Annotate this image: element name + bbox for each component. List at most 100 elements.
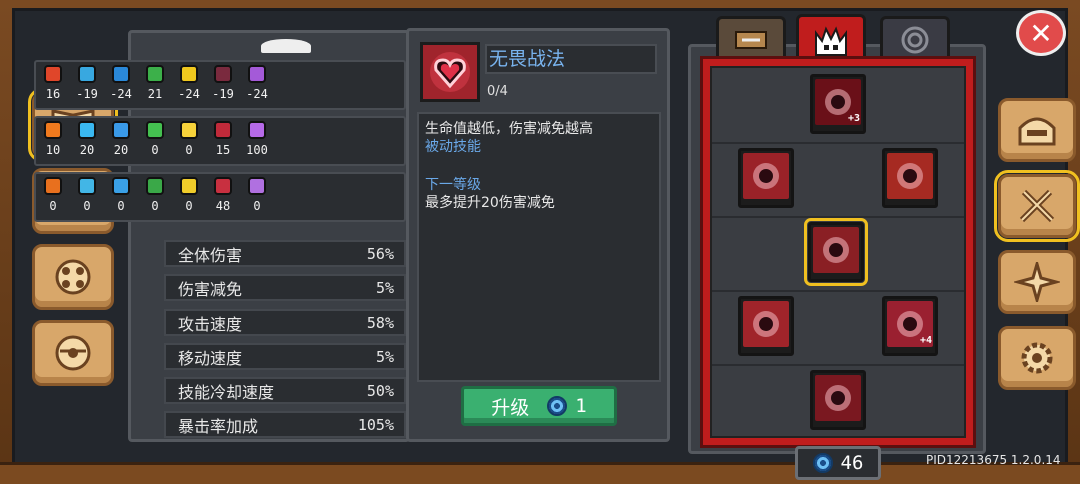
wood-bottom-bar	[0, 462, 1080, 484]
element-stat-cell: 0	[172, 177, 206, 213]
skill-node-skull-burst[interactable]: +3	[810, 74, 866, 134]
element-stat-value: 0	[117, 199, 125, 213]
element-stat-cell: 15	[206, 121, 240, 157]
stat-label: 全体伤害	[178, 245, 243, 265]
stat-value: 5%	[375, 278, 394, 297]
fire-sword-icon	[44, 177, 62, 195]
close-icon: ✕	[1029, 16, 1053, 50]
panel-handle[interactable]	[261, 39, 311, 53]
right-menu	[994, 98, 1080, 402]
stat-label: 暴击率加成	[178, 416, 259, 436]
arcane-sword-icon	[248, 177, 266, 195]
upgrade-label: 升级	[491, 396, 530, 419]
arcane-shield-icon	[248, 65, 266, 83]
element-stat-value: 0	[49, 199, 57, 213]
element-stat-value: -24	[178, 87, 200, 101]
upgrade-button[interactable]: 升级 1	[461, 386, 617, 426]
element-stat-value: 16	[45, 87, 61, 101]
menu-button-shield[interactable]	[32, 320, 114, 386]
element-stat-value: 0	[83, 199, 91, 213]
player-id-version: PID12213675 1.2.0.14	[926, 453, 1061, 467]
skill-node-blood-drill[interactable]	[882, 148, 938, 208]
stat-label: 攻击速度	[178, 314, 243, 334]
blood-orbs-icon	[743, 153, 789, 199]
element-stat-cell: 0	[36, 177, 70, 213]
element-stat-value: 20	[79, 143, 95, 157]
skill-node-rage-burst[interactable]: +4	[882, 296, 938, 356]
dark-shield-icon	[214, 65, 232, 83]
dark-moon-icon	[214, 121, 232, 139]
stat-label: 移动速度	[178, 348, 243, 368]
menu-button-skills[interactable]	[994, 170, 1080, 242]
element-resist-row: 16 -19 -24 21 -24 -19 -24	[34, 60, 406, 110]
element-stat-cell: 10	[36, 121, 70, 157]
blood-drill-icon	[887, 153, 933, 199]
skill-description: 生命值越低，伤害减免越高 被动技能 下一等级 最多提升20伤害减免	[417, 112, 661, 382]
element-stat-cell: 20	[104, 121, 138, 157]
fearless-heart-icon	[813, 227, 859, 273]
ice-crystal-icon	[78, 121, 96, 139]
spiral-currency-icon	[547, 396, 568, 416]
fearless-heart-skill-icon	[420, 42, 480, 102]
fire-icon	[44, 121, 62, 139]
skill-node-blood-axe[interactable]	[738, 296, 794, 356]
element-stat-cell: -19	[206, 65, 240, 101]
menu-button-compass[interactable]	[998, 250, 1076, 314]
menu-button-helmet[interactable]	[998, 98, 1076, 162]
element-stat-cell: 0	[240, 177, 274, 213]
element-stat-cell: -19	[70, 65, 104, 101]
stat-value: 50%	[366, 381, 394, 400]
element-stat-cell: -24	[104, 65, 138, 101]
stat-row: 伤害减免 5%	[164, 274, 406, 301]
skill-node-blood-orbs[interactable]	[738, 148, 794, 208]
stat-row: 全体伤害 56%	[164, 240, 406, 267]
element-stat-cell: 0	[138, 177, 172, 213]
node-bonus-badge: +3	[847, 113, 860, 124]
tree-divider	[712, 364, 964, 366]
sun-icon	[180, 121, 198, 139]
element-stat-cell: -24	[240, 65, 274, 101]
ice-shield-icon	[78, 65, 96, 83]
skill-node-fearless-heart[interactable]	[804, 218, 868, 286]
menu-button-settings[interactable]	[998, 326, 1076, 390]
close-button[interactable]: ✕	[1016, 10, 1066, 56]
element-stat-value: 15	[215, 143, 231, 157]
compass-star-icon	[1014, 262, 1060, 302]
fire-shield-icon	[44, 65, 62, 83]
currency-display: 46	[795, 446, 881, 480]
weapon-scroll-icon	[735, 30, 767, 49]
blood-vortex-icon	[815, 375, 861, 421]
element-stat-value: 10	[45, 143, 61, 157]
element-stat-value: -19	[76, 87, 98, 101]
poison-sword-icon	[146, 177, 164, 195]
vortex-icon	[901, 26, 929, 53]
lightning-sword-icon	[112, 177, 130, 195]
node-bonus-badge: +4	[919, 335, 932, 346]
demon-crown-icon	[815, 25, 847, 56]
poison-shield-icon	[146, 65, 164, 83]
element-stat-value: 0	[151, 199, 159, 213]
element-stat-value: -19	[212, 87, 234, 101]
stat-value: 56%	[366, 244, 394, 263]
stat-label: 伤害减免	[178, 279, 243, 299]
lightning-shield-icon	[112, 65, 130, 83]
skill-node-blood-vortex[interactable]	[810, 370, 866, 430]
tree-divider	[712, 142, 964, 144]
menu-button-orbs[interactable]	[32, 244, 114, 310]
element-stat-cell: 0	[138, 121, 172, 157]
element-stat-cell: -24	[172, 65, 206, 101]
round-shield-icon	[55, 335, 91, 371]
skill-effect-text: 生命值越低，伤害减免越高	[425, 121, 593, 137]
stat-value: 5%	[375, 347, 394, 366]
tab-vortex[interactable]	[880, 16, 950, 60]
element-stat-cell: 0	[104, 177, 138, 213]
tab-weapon[interactable]	[716, 16, 786, 60]
element-stat-cell: 100	[240, 121, 274, 157]
helmet-icon	[1018, 117, 1056, 146]
stat-row: 移动速度 5%	[164, 343, 406, 370]
element-stat-value: -24	[246, 87, 268, 101]
element-stat-value: 20	[113, 143, 129, 157]
crossed-swords-icon	[1019, 189, 1055, 223]
skill-level: 0/4	[487, 84, 508, 99]
upgrade-cost: 1	[575, 395, 587, 417]
